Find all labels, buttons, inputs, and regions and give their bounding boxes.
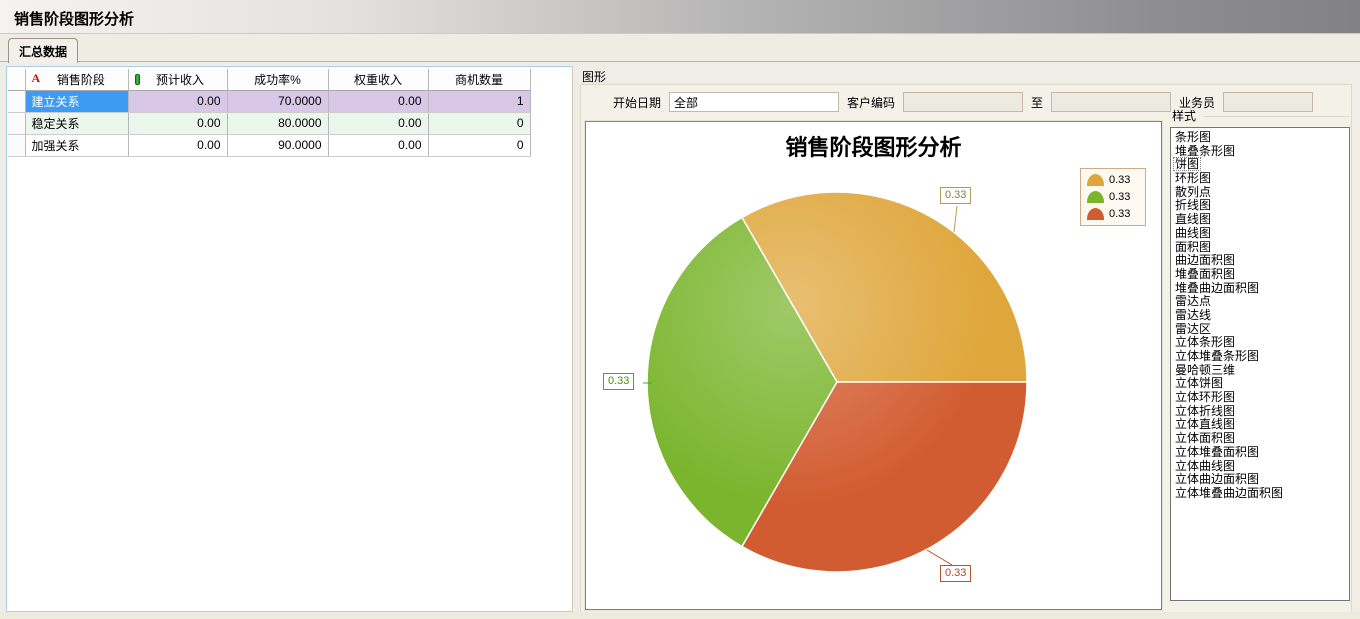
style-item-stacked-bar[interactable]: 堆叠条形图 xyxy=(1173,144,1237,158)
style-item-manhattan[interactable]: 曼哈顿三维 xyxy=(1173,363,1237,377)
expected-income-cell[interactable]: 0.00 xyxy=(128,112,227,134)
customer-code-to-input[interactable] xyxy=(1051,92,1171,112)
letter-a-icon: A xyxy=(32,71,41,86)
legend-swatch-red-icon xyxy=(1087,208,1104,220)
legend-swatch-orange-icon xyxy=(1087,174,1104,186)
summary-table-panel: A 销售阶段 预计收入 成功率% 权重收入 商机数量 建立关系 0.00 70.… xyxy=(6,66,573,612)
success-rate-cell[interactable]: 70.0000 xyxy=(227,90,328,112)
pie-label-green: 0.33 xyxy=(603,373,634,390)
groupbox-line xyxy=(1204,116,1349,117)
column-header-expected-income[interactable]: 预计收入 xyxy=(128,69,227,90)
expected-income-cell[interactable]: 0.00 xyxy=(128,134,227,156)
weighted-income-cell[interactable]: 0.00 xyxy=(328,90,428,112)
style-item-3d-curve[interactable]: 立体曲线图 xyxy=(1173,459,1237,473)
stage-cell[interactable]: 加强关系 xyxy=(25,134,128,156)
style-item-3d-bar[interactable]: 立体条形图 xyxy=(1173,335,1237,349)
pie-label-red: 0.33 xyxy=(940,565,971,582)
stage-cell[interactable]: 建立关系 xyxy=(25,90,128,112)
opportunity-count-cell[interactable]: 1 xyxy=(428,90,530,112)
row-indicator-header xyxy=(8,69,25,90)
bottom-strip xyxy=(0,612,1360,619)
style-item-3d-pie[interactable]: 立体饼图 xyxy=(1173,376,1225,390)
stage-cell[interactable]: 稳定关系 xyxy=(25,112,128,134)
pie-label-orange: 0.33 xyxy=(940,187,971,204)
style-item-3d-curved-area[interactable]: 立体曲边面积图 xyxy=(1173,472,1261,486)
customer-code-label: 客户编码 xyxy=(847,94,895,111)
chart-style-list: 条形图 堆叠条形图 饼图 环形图 散列点 折线图 直线图 曲线图 面积图 曲边面… xyxy=(1170,127,1350,601)
style-item-donut[interactable]: 环形图 xyxy=(1173,171,1213,185)
legend-item: 0.33 xyxy=(1087,174,1139,186)
style-group-title: 样式 xyxy=(1172,107,1196,124)
pie-chart xyxy=(586,122,1161,609)
weighted-income-cell[interactable]: 0.00 xyxy=(328,112,428,134)
style-item-curve[interactable]: 曲线图 xyxy=(1173,226,1213,240)
tab-strip: 汇总数据 xyxy=(0,34,1360,62)
style-item-scatter[interactable]: 散列点 xyxy=(1173,185,1213,199)
style-item-3d-stacked-curved-area[interactable]: 立体堆叠曲边面积图 xyxy=(1173,486,1285,500)
to-label: 至 xyxy=(1031,94,1043,111)
style-item-polyline[interactable]: 折线图 xyxy=(1173,198,1213,212)
opportunity-count-cell[interactable]: 0 xyxy=(428,112,530,134)
style-item-3d-line[interactable]: 立体直线图 xyxy=(1173,417,1237,431)
tab-summary-data[interactable]: 汇总数据 xyxy=(8,38,78,63)
weighted-income-cell[interactable]: 0.00 xyxy=(328,134,428,156)
style-item-stacked-area[interactable]: 堆叠面积图 xyxy=(1173,267,1237,281)
customer-code-input[interactable] xyxy=(903,92,1023,112)
graph-panel: 图形 开始日期 客户编码 至 业务员 销售阶段图形分析 xyxy=(578,64,1354,612)
graph-panel-box: 开始日期 客户编码 至 业务员 销售阶段图形分析 xyxy=(580,84,1352,614)
start-date-label: 开始日期 xyxy=(613,94,661,111)
legend-swatch-green-icon xyxy=(1087,191,1104,203)
style-item-bar[interactable]: 条形图 xyxy=(1173,130,1213,144)
graph-panel-title: 图形 xyxy=(582,68,606,85)
success-rate-cell[interactable]: 90.0000 xyxy=(227,134,328,156)
style-item-curved-area[interactable]: 曲边面积图 xyxy=(1173,253,1237,267)
table-row[interactable]: 建立关系 0.00 70.0000 0.00 1 xyxy=(8,90,530,112)
column-header-weighted-income[interactable]: 权重收入 xyxy=(328,69,428,90)
style-item-radar-point[interactable]: 雷达点 xyxy=(1173,294,1213,308)
start-date-input[interactable] xyxy=(669,92,839,112)
style-item-line[interactable]: 直线图 xyxy=(1173,212,1213,226)
style-item-area[interactable]: 面积图 xyxy=(1173,240,1213,254)
style-item-stacked-curved-area[interactable]: 堆叠曲边面积图 xyxy=(1173,281,1261,295)
table-header-row: A 销售阶段 预计收入 成功率% 权重收入 商机数量 xyxy=(8,69,530,90)
legend-item: 0.33 xyxy=(1087,208,1139,220)
main-content: A 销售阶段 预计收入 成功率% 权重收入 商机数量 建立关系 0.00 70.… xyxy=(0,62,1360,612)
column-header-opportunity-count[interactable]: 商机数量 xyxy=(428,69,530,90)
legend-item: 0.33 xyxy=(1087,191,1139,203)
column-header-success-rate[interactable]: 成功率% xyxy=(227,69,328,90)
style-group: 样式 条形图 堆叠条形图 饼图 环形图 散列点 折线图 直线图 曲线图 面积图 … xyxy=(1168,109,1351,609)
sales-stage-table: A 销售阶段 预计收入 成功率% 权重收入 商机数量 建立关系 0.00 70.… xyxy=(8,69,531,157)
pie-chart-area: 销售阶段图形分析 0.33 0.33 0.33 xyxy=(585,121,1162,610)
expected-income-cell[interactable]: 0.00 xyxy=(128,90,227,112)
style-item-3d-stacked-area[interactable]: 立体堆叠面积图 xyxy=(1173,445,1261,459)
table-row[interactable]: 稳定关系 0.00 80.0000 0.00 0 xyxy=(8,112,530,134)
window-title-bar: 销售阶段图形分析 xyxy=(0,0,1360,34)
opportunity-count-cell[interactable]: 0 xyxy=(428,134,530,156)
style-item-3d-stacked-bar[interactable]: 立体堆叠条形图 xyxy=(1173,349,1261,363)
style-item-3d-polyline[interactable]: 立体折线图 xyxy=(1173,404,1237,418)
style-item-3d-donut[interactable]: 立体环形图 xyxy=(1173,390,1237,404)
table-row[interactable]: 加强关系 0.00 90.0000 0.00 0 xyxy=(8,134,530,156)
style-item-radar-line[interactable]: 雷达线 xyxy=(1173,308,1213,322)
style-item-radar-area[interactable]: 雷达区 xyxy=(1173,322,1213,336)
green-pill-icon xyxy=(135,74,140,85)
page-title: 销售阶段图形分析 xyxy=(14,8,134,29)
style-item-pie[interactable]: 饼图 xyxy=(1173,157,1201,171)
chart-legend: 0.33 0.33 0.33 xyxy=(1080,168,1146,226)
column-header-stage[interactable]: A 销售阶段 xyxy=(25,69,128,90)
success-rate-cell[interactable]: 80.0000 xyxy=(227,112,328,134)
style-item-3d-area[interactable]: 立体面积图 xyxy=(1173,431,1237,445)
